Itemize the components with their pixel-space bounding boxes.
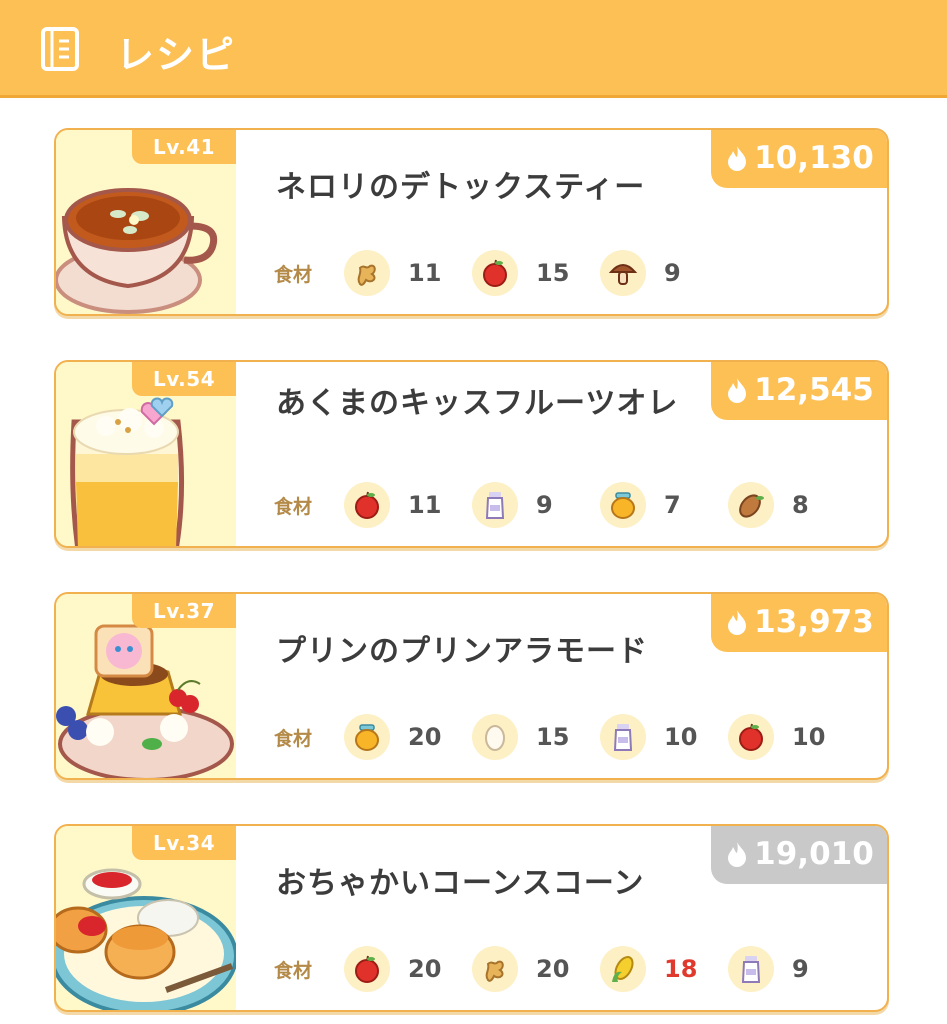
ingredient-count: 10 [792,723,826,751]
ingredient-item: 20 [344,946,441,992]
ingredient-count: 11 [408,259,442,287]
recipe-book-icon [41,27,79,71]
energy-value: 13,973 [754,604,874,640]
recipe-card[interactable]: Lv.54 12,545 あくまのキッスフルーツオレ 食材 11 9 7 8 [54,360,889,548]
ingredient-count: 11 [408,491,442,519]
recipe-name: おちゃかいコーンスコーン [276,866,645,901]
ingredient-label: 食材 [274,264,313,286]
level-badge: Lv.41 [132,130,236,164]
ingredient-count: 9 [792,955,809,983]
ingredient-count: 20 [408,955,442,983]
energy-badge: 13,973 [711,594,887,652]
ingredient-item: 10 [600,714,697,760]
recipe-name: プリンのプリンアラモード [276,634,648,669]
ingredient-item: 8 [728,482,809,528]
ingredient-item: 18 [600,946,697,992]
ingredient-item: 11 [344,250,441,296]
level-badge: Lv.37 [132,594,236,628]
ingredient-count: 10 [664,723,698,751]
milk-icon [600,714,646,760]
energy-badge: 10,130 [711,130,887,188]
energy-value: 10,130 [754,140,874,176]
apple-icon [344,482,390,528]
ingredient-count: 9 [536,491,553,519]
ingredient-label: 食材 [274,496,313,518]
cacao-icon [728,482,774,528]
ingredient-count: 8 [792,491,809,519]
flame-icon [728,146,747,171]
ingredient-count: 15 [536,259,570,287]
honey-icon [344,714,390,760]
ingredient-count-insufficient: 18 [664,955,698,983]
energy-badge: 19,010 [711,826,887,884]
ingredient-item: 7 [600,482,681,528]
ingredient-item: 11 [344,482,441,528]
honey-icon [600,482,646,528]
energy-badge: 12,545 [711,362,887,420]
ginger-icon [344,250,390,296]
flame-icon [728,610,747,635]
flame-icon [728,842,747,867]
recipe-card[interactable]: Lv.37 13,973 プリンのプリンアラモード 食材 20 15 10 10 [54,592,889,780]
apple-icon [728,714,774,760]
milk-icon [472,482,518,528]
ingredient-count: 20 [536,955,570,983]
ingredient-count: 20 [408,723,442,751]
recipe-name: あくまのキッスフルーツオレ [276,386,679,421]
egg-icon [472,714,518,760]
ingredient-item: 20 [344,714,441,760]
ingredient-count: 15 [536,723,570,751]
ingredient-item: 15 [472,250,569,296]
header-bar: レシピ [0,0,947,98]
ingredient-item: 15 [472,714,569,760]
ingredient-item: 9 [600,250,681,296]
recipe-name: ネロリのデトックスティー [276,170,646,205]
level-badge: Lv.34 [132,826,236,860]
milk-icon [728,946,774,992]
energy-value: 19,010 [754,836,874,872]
page-title: レシピ [116,33,237,77]
energy-value: 12,545 [754,372,874,408]
ingredient-item: 20 [472,946,569,992]
corn-icon [600,946,646,992]
ingredient-count: 9 [664,259,681,287]
ingredient-item: 9 [728,946,809,992]
ingredient-item: 9 [472,482,553,528]
ingredient-label: 食材 [274,728,313,750]
recipe-card[interactable]: Lv.41 10,130 ネロリのデトックスティー 食材 11 15 9 [54,128,889,316]
ginger-icon [472,946,518,992]
apple-icon [472,250,518,296]
flame-icon [728,378,747,403]
recipe-card[interactable]: Lv.34 19,010 おちゃかいコーンスコーン 食材 20 20 18 9 [54,824,889,1012]
mushroom-icon [600,250,646,296]
ingredient-count: 7 [664,491,681,519]
ingredient-label: 食材 [274,960,313,982]
ingredient-item: 10 [728,714,825,760]
level-badge: Lv.54 [132,362,236,396]
apple-icon [344,946,390,992]
